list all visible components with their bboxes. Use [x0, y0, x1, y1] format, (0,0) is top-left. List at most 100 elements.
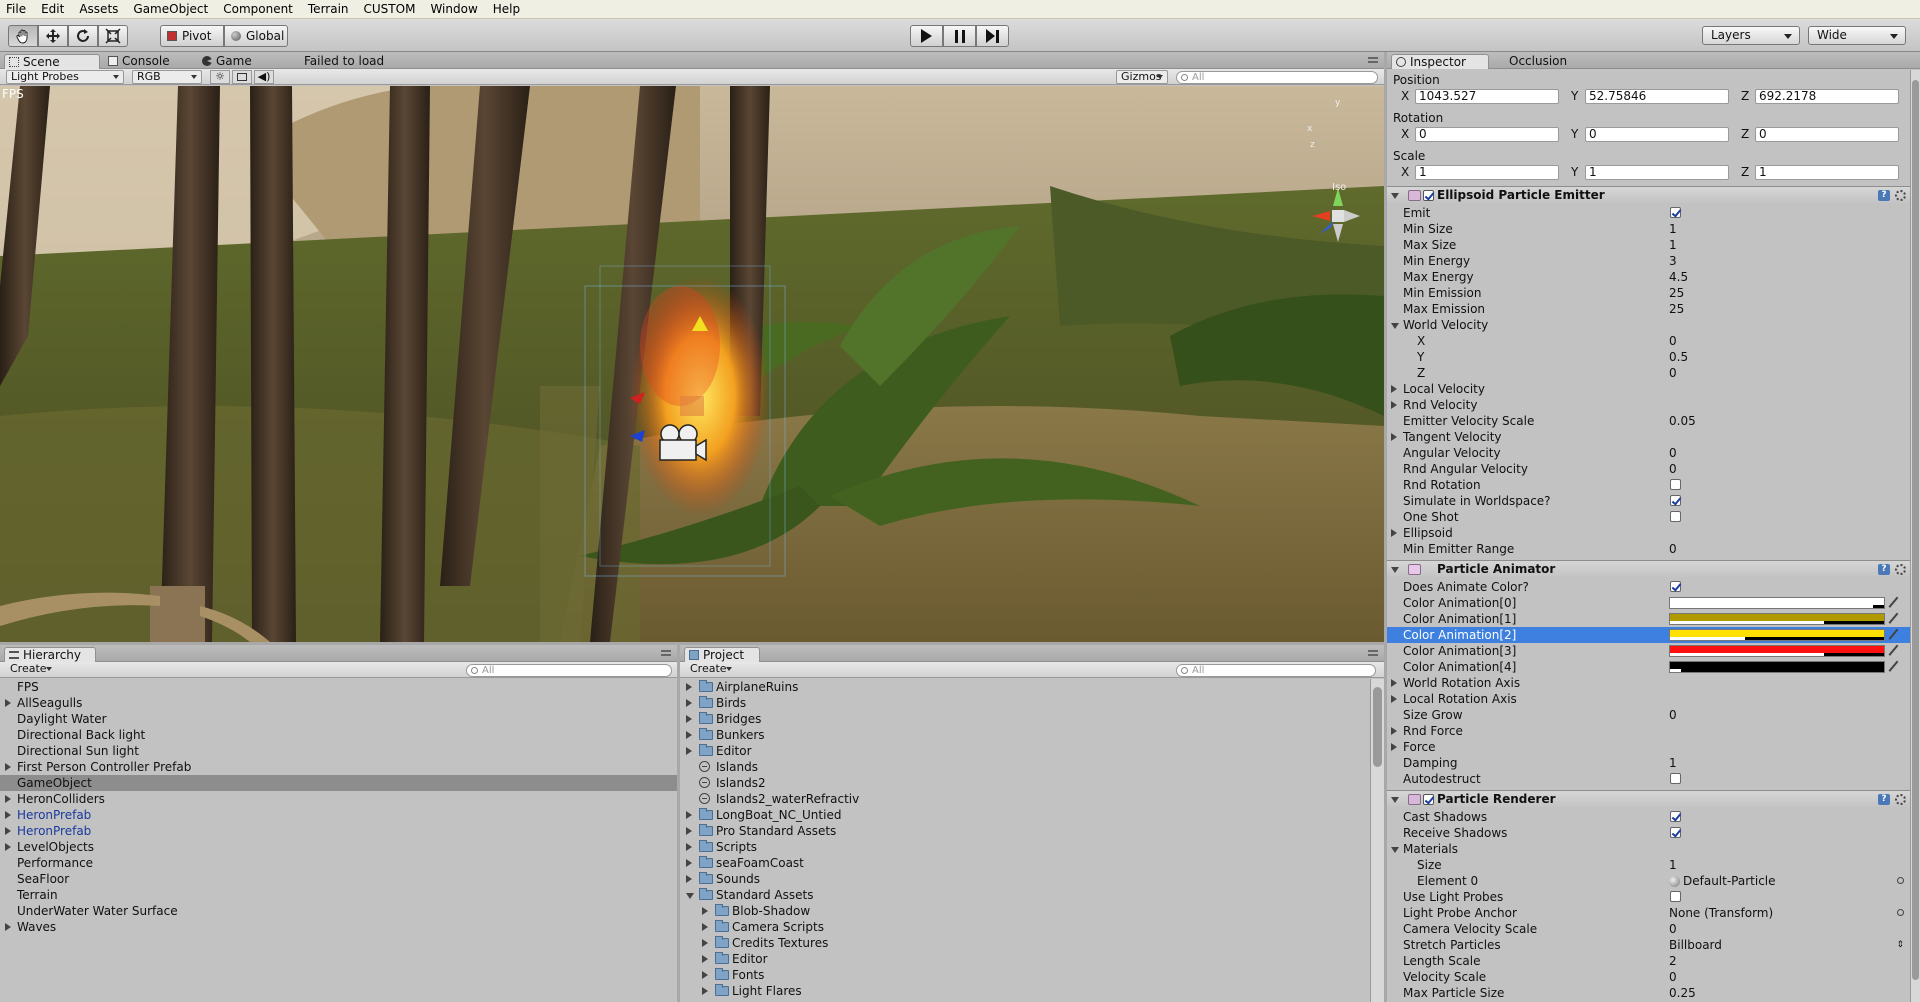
emitter-row-value[interactable]: 0 [1669, 365, 1677, 381]
animator-row[interactable]: Size Grow 0 [1387, 707, 1910, 723]
tab-project[interactable]: Project [684, 647, 760, 662]
help-icon[interactable]: ? [1878, 794, 1890, 805]
gear-icon[interactable] [1895, 794, 1906, 805]
hierarchy-item[interactable]: Waves [0, 919, 677, 935]
expand-arrow-icon[interactable] [5, 811, 11, 819]
animator-row[interactable]: Color Animation[4] [1387, 659, 1910, 675]
expand-arrow-icon[interactable] [5, 699, 11, 707]
renderer-row-value[interactable]: 0 [1669, 921, 1677, 937]
project-scrollbar[interactable] [1370, 679, 1384, 1002]
renderer-component-header[interactable]: Particle Renderer? [1387, 790, 1910, 808]
hierarchy-item[interactable]: AllSeagulls [0, 695, 677, 711]
renderer-row-value[interactable]: 0 [1669, 969, 1677, 985]
scrollbar-thumb[interactable] [1373, 687, 1382, 767]
renderer-row[interactable]: Materials [1387, 841, 1910, 857]
expand-arrow-icon[interactable] [686, 811, 692, 819]
project-item[interactable]: seaFoamCoast [680, 855, 1370, 871]
expand-arrow-icon[interactable] [686, 859, 692, 867]
emitter-row[interactable]: Min Emission 25 [1387, 285, 1910, 301]
emitter-row[interactable]: Min Size 1 [1387, 221, 1910, 237]
project-item[interactable]: Islands2_waterRefractiv [680, 791, 1370, 807]
scrollbar-thumb[interactable] [1912, 80, 1919, 980]
renderer-row[interactable]: Size 1 [1387, 857, 1910, 873]
pause-button[interactable] [943, 25, 976, 47]
transform-scale-y-field[interactable]: 1 [1585, 165, 1729, 180]
renderer-row[interactable]: Cast Shadows [1387, 809, 1910, 825]
project-item[interactable]: Islands [680, 759, 1370, 775]
animator-color-swatch[interactable] [1669, 629, 1885, 641]
gear-icon[interactable] [1895, 564, 1906, 575]
animator-row[interactable]: Autodestruct [1387, 771, 1910, 787]
object-picker-icon[interactable] [1897, 909, 1904, 916]
emitter-row[interactable]: Min Emitter Range 0 [1387, 541, 1910, 557]
project-item[interactable]: Islands2 [680, 775, 1370, 791]
tab-console[interactable]: Console [104, 54, 190, 69]
renderer-row[interactable]: Camera Velocity Scale 0 [1387, 921, 1910, 937]
fold-arrow-icon[interactable] [1391, 401, 1397, 409]
renderer-row[interactable]: Use Light Probes [1387, 889, 1910, 905]
create-dropdown[interactable]: Create [6, 663, 56, 677]
hierarchy-item[interactable]: Performance [0, 855, 677, 871]
expand-arrow-icon[interactable] [5, 843, 11, 851]
emitter-row[interactable]: Max Energy 4.5 [1387, 269, 1910, 285]
fold-arrow-icon[interactable] [1391, 385, 1397, 393]
hierarchy-item[interactable]: HeronPrefab [0, 823, 677, 839]
play-button[interactable] [910, 25, 943, 47]
emitter-row-value[interactable]: 0.5 [1669, 349, 1688, 365]
eyedropper-icon[interactable] [1888, 596, 1902, 611]
tab-hierarchy[interactable]: Hierarchy [4, 647, 96, 662]
transform-rotation-y-field[interactable]: 0 [1585, 127, 1729, 142]
emitter-row[interactable]: Max Size 1 [1387, 237, 1910, 253]
hierarchy-item[interactable]: First Person Controller Prefab [0, 759, 677, 775]
global-toggle[interactable]: Global [224, 25, 288, 47]
renderer-row[interactable]: Receive Shadows [1387, 825, 1910, 841]
emitter-row[interactable]: World Velocity [1387, 317, 1910, 333]
fold-arrow-icon[interactable] [1391, 727, 1397, 735]
hierarchy-item[interactable]: Daylight Water [0, 711, 677, 727]
project-item[interactable]: Camera Scripts [680, 919, 1370, 935]
emitter-row[interactable]: Simulate in Worldspace? [1387, 493, 1910, 509]
color-mode-dropdown[interactable]: RGB [132, 70, 202, 84]
scale-tool-button[interactable] [98, 25, 128, 47]
emitter-row-checkbox[interactable] [1670, 207, 1681, 218]
emitter-row[interactable]: Emit [1387, 205, 1910, 221]
expand-arrow-icon[interactable] [686, 875, 692, 883]
fold-arrow-icon[interactable] [1391, 323, 1399, 329]
project-item[interactable]: Sounds [680, 871, 1370, 887]
expand-arrow-icon[interactable] [686, 747, 692, 755]
gear-icon[interactable] [1895, 190, 1906, 201]
renderer-row[interactable]: Light Probe Anchor None (Transform) [1387, 905, 1910, 921]
hierarchy-item[interactable]: Directional Back light [0, 727, 677, 743]
tab-scene[interactable]: Scene [4, 54, 100, 69]
renderer-row[interactable]: Stretch Particles Billboard ⇕ [1387, 937, 1910, 953]
transform-position-x-field[interactable]: 1043.527 [1415, 89, 1559, 104]
emitter-row[interactable]: Ellipsoid [1387, 525, 1910, 541]
emitter-row-value[interactable]: 0 [1669, 333, 1677, 349]
emitter-row[interactable]: Tangent Velocity [1387, 429, 1910, 445]
fold-arrow-icon[interactable] [1391, 797, 1399, 803]
animator-row[interactable]: Local Rotation Axis [1387, 691, 1910, 707]
renderer-row-value[interactable]: 0.25 [1669, 985, 1696, 1001]
renderer-row[interactable]: Max Particle Size 0.25 [1387, 985, 1910, 1001]
panel-menu-icon[interactable] [661, 650, 671, 656]
animator-component-header[interactable]: Particle Animator? [1387, 560, 1910, 578]
project-item[interactable]: Bridges [680, 711, 1370, 727]
expand-arrow-icon[interactable] [686, 893, 694, 899]
expand-arrow-icon[interactable] [686, 843, 692, 851]
menu-terrain[interactable]: Terrain [308, 2, 349, 16]
expand-arrow-icon[interactable] [686, 827, 692, 835]
emitter-row[interactable]: Emitter Velocity Scale 0.05 [1387, 413, 1910, 429]
menu-window[interactable]: Window [430, 2, 477, 16]
project-item[interactable]: Editor [680, 743, 1370, 759]
hierarchy-search-input[interactable]: All [466, 664, 672, 677]
animator-color-swatch[interactable] [1669, 645, 1885, 657]
emitter-row[interactable]: One Shot [1387, 509, 1910, 525]
expand-arrow-icon[interactable] [702, 923, 708, 931]
emitter-row[interactable]: Rnd Angular Velocity 0 [1387, 461, 1910, 477]
expand-arrow-icon[interactable] [702, 907, 708, 915]
fold-arrow-icon[interactable] [1391, 679, 1397, 687]
gizmos-dropdown[interactable]: Gizmos [1116, 70, 1168, 84]
emitter-row[interactable]: Y 0.5 [1387, 349, 1910, 365]
project-item[interactable]: Pro Standard Assets [680, 823, 1370, 839]
menu-component[interactable]: Component [223, 2, 293, 16]
